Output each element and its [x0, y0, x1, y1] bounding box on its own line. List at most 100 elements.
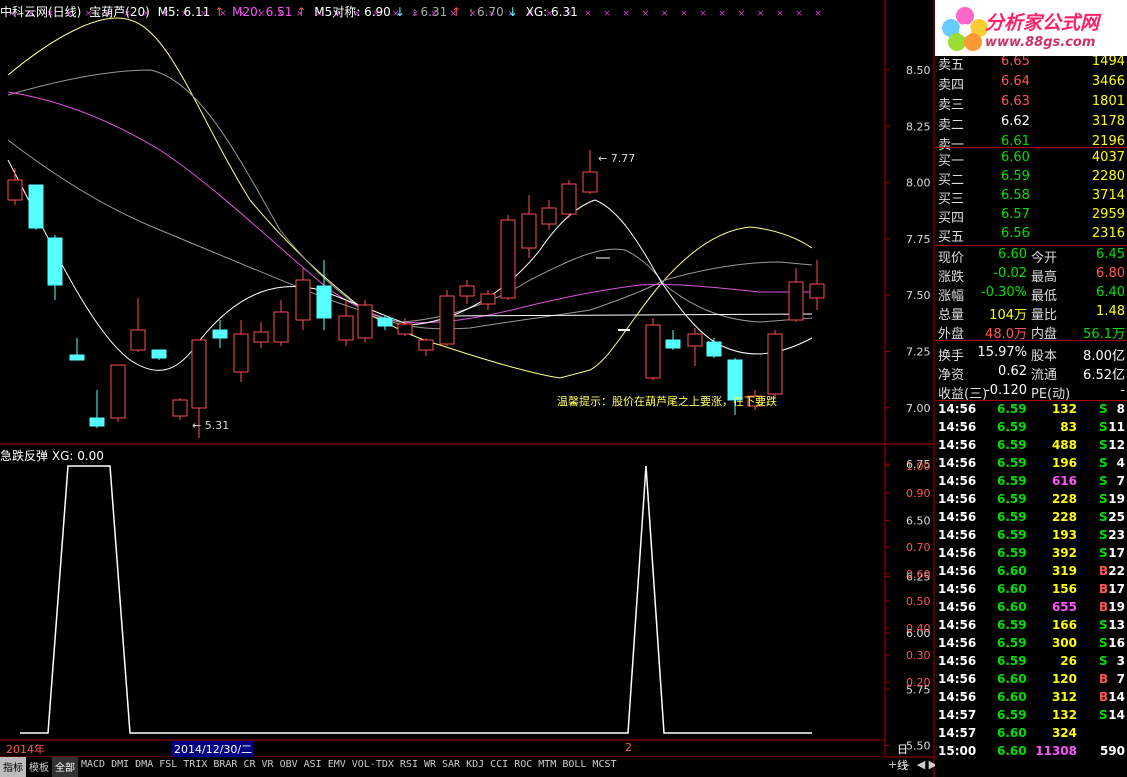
zoom-controls[interactable]: + – ◀ ▶	[888, 758, 937, 771]
date-bar: 2014年 2014/12/30/二 2 日线	[0, 740, 908, 772]
tab-12[interactable]: ASI	[301, 757, 325, 777]
indicator-tick: 0.90	[906, 487, 931, 500]
tick-volume: 193	[1051, 528, 1077, 542]
quote-label-2: 最低	[1031, 289, 1058, 304]
tab-3[interactable]: MACD	[78, 757, 108, 777]
x-marker: ×	[718, 9, 726, 19]
tick-volume: 156	[1051, 582, 1077, 596]
tick-time: 15:00	[938, 744, 977, 758]
tick-side: S	[1099, 708, 1108, 722]
tick-side: S	[1099, 438, 1108, 452]
tick-side: S	[1099, 654, 1108, 668]
quote-value-2: -	[1120, 383, 1125, 398]
tab-1[interactable]: 模板	[26, 757, 52, 777]
tick-time: 14:56	[938, 402, 977, 416]
tab-2[interactable]: 全部	[52, 757, 78, 777]
quote-row: 换手 15.97% 股本 8.00亿	[935, 345, 1127, 364]
tick-side: S	[1099, 456, 1108, 470]
tick-time: 14:56	[938, 690, 977, 704]
tab-11[interactable]: OBV	[277, 757, 301, 777]
tick-side: B	[1099, 600, 1109, 614]
tab-17[interactable]: SAR	[439, 757, 463, 777]
x-marker: ×	[795, 9, 803, 19]
bid-volume: 2316	[1091, 226, 1125, 241]
candle-body	[480, 293, 496, 305]
tab-9[interactable]: CR	[240, 757, 258, 777]
quote-label-2: 股本	[1031, 349, 1058, 364]
tick-side: S	[1099, 528, 1108, 542]
tab-20[interactable]: ROC	[511, 757, 535, 777]
tick-count: 3	[1116, 654, 1125, 668]
tick-row: 14:56 6.59 616 S 7	[935, 474, 1127, 492]
indicator-tick: 0.20	[906, 676, 931, 689]
divider	[935, 400, 1127, 401]
tab-14[interactable]: VOL-TDX	[349, 757, 397, 777]
tick-volume: 616	[1051, 474, 1077, 488]
tick-volume: 132	[1051, 402, 1077, 416]
tab-8[interactable]: BRAR	[210, 757, 240, 777]
tick-time: 14:57	[938, 726, 977, 740]
tick-price: 6.59	[997, 636, 1027, 650]
tick-volume: 26	[1060, 654, 1077, 668]
bid-volume: 2280	[1091, 169, 1125, 184]
tick-count: 17	[1108, 582, 1125, 596]
tab-6[interactable]: FSL	[156, 757, 180, 777]
candle-body	[397, 323, 413, 335]
tick-volume: 324	[1051, 726, 1077, 740]
tick-volume: 392	[1051, 546, 1077, 560]
tick-volume: 312	[1051, 690, 1077, 704]
bid-label: 买三	[938, 192, 965, 207]
bid-volume: 2959	[1091, 207, 1125, 222]
tick-price: 6.60	[997, 582, 1027, 596]
tab-5[interactable]: DMA	[132, 757, 156, 777]
tab-23[interactable]: MCST	[589, 757, 619, 777]
tick-count: 25	[1108, 510, 1125, 524]
hint-text: 温馨提示：股价在葫芦尾之上要涨，在下要跌	[557, 395, 777, 408]
tab-10[interactable]: VR	[259, 757, 277, 777]
tab-0[interactable]: 指标	[0, 757, 26, 777]
tick-time: 14:56	[938, 582, 977, 596]
bid-label: 买五	[938, 230, 965, 245]
candle-body	[500, 219, 516, 299]
candle-body	[130, 329, 146, 351]
tick-volume: 83	[1060, 420, 1077, 434]
tab-4[interactable]: DMI	[108, 757, 132, 777]
candle-body	[561, 183, 577, 215]
tick-price: 6.60	[997, 564, 1027, 578]
ask-label: 卖四	[938, 78, 965, 93]
tab-13[interactable]: EMV	[325, 757, 349, 777]
bid-price: 6.56	[1001, 226, 1030, 241]
tab-18[interactable]: KDJ	[463, 757, 487, 777]
tab-16[interactable]: WR	[421, 757, 439, 777]
bid-label: 买一	[938, 154, 965, 169]
tick-row: 14:56 6.59 228 S 25	[935, 510, 1127, 528]
quote-value: -0.30%	[981, 285, 1027, 300]
x-marker: ×	[584, 9, 592, 19]
ask-volume: 1801	[1091, 94, 1125, 109]
indicator-tick: 0.30	[906, 649, 931, 662]
tick-row: 14:56 6.60 120 B 7	[935, 672, 1127, 690]
x-marker: ×	[603, 9, 611, 19]
tick-time: 14:56	[938, 420, 977, 434]
middle-band-magenta	[7, 91, 812, 324]
tab-22[interactable]: BOLL	[559, 757, 589, 777]
ask-price: 6.62	[1001, 114, 1030, 129]
bid-row: 买五 6.56 2316	[935, 226, 1127, 245]
tab-19[interactable]: CCI	[487, 757, 511, 777]
tick-price: 6.59	[997, 438, 1027, 452]
candle-body	[316, 285, 332, 319]
bid-row: 买三 6.58 3714	[935, 188, 1127, 207]
tail-line	[439, 313, 813, 317]
quote-value: -0.02	[993, 266, 1027, 281]
tab-7[interactable]: TRIX	[180, 757, 210, 777]
tab-15[interactable]: RSI	[397, 757, 421, 777]
quote-value: 6.60	[998, 247, 1027, 262]
tick-count: 590	[1099, 744, 1125, 758]
tick-time: 14:56	[938, 492, 977, 506]
quote-value-2: 6.45	[1096, 247, 1125, 262]
tab-21[interactable]: MTM	[535, 757, 559, 777]
tick-volume: 300	[1051, 636, 1077, 650]
tick-row: 14:56 6.59 166 S 13	[935, 618, 1127, 636]
tick-price: 6.60	[997, 744, 1027, 758]
candle-body	[665, 339, 681, 349]
